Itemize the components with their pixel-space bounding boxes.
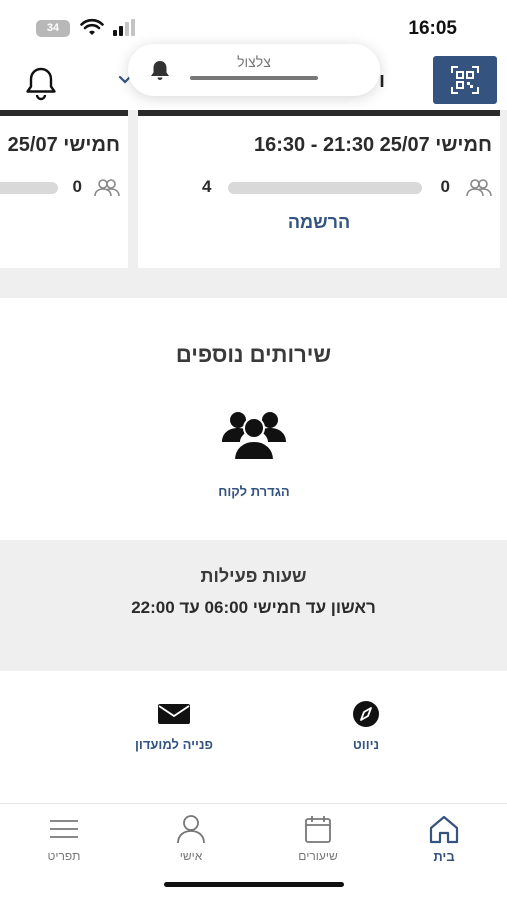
tab-menu-label: תפריט [47,849,81,863]
tab-classes-label: שיעורים [298,849,338,863]
navigation-button[interactable]: ניווט [296,699,436,763]
calendar-icon [305,816,331,843]
contact-club-label: פנייה למועדון [134,737,214,752]
home-icon [429,815,459,844]
ringer-volume-bar [190,76,318,80]
class-card[interactable]: חמישי 25/07 0 [0,110,128,268]
battery-icon: 34 [36,20,70,37]
menu-icon [50,820,78,838]
compass-icon [353,701,379,727]
group-icon [222,412,286,460]
register-button[interactable]: הרשמה [138,212,500,233]
cellular-signal-icon [113,19,135,36]
opening-hours-title: שעות פעילות [200,566,307,586]
tab-home[interactable]: בית [404,814,484,870]
envelope-icon [158,704,190,724]
ringer-notification: צלצול [128,44,380,96]
wifi-icon [80,18,104,35]
class-card-title: חמישי 25/07 21:30 - 16:30 [254,134,492,156]
client-setup-label: הגדרת לקוח [218,484,290,499]
status-time: 16:05 [408,18,457,39]
contact-club-button[interactable]: פנייה למועדון [104,699,244,763]
capacity-count: 4 [202,177,212,196]
capacity-progress-bar [0,182,58,194]
people-icon [466,179,492,197]
header: ו צלצול [0,44,507,110]
classes-carousel[interactable]: חמישי 25/07 0 חמישי 25/07 21:30 - 16:30 … [0,110,507,298]
tab-menu[interactable]: תפריט [24,814,104,870]
qr-scan-button[interactable] [433,56,497,104]
home-indicator[interactable] [164,882,344,887]
tab-personal-label: אישי [179,849,203,863]
class-card-capacity: 0 4 [138,176,500,202]
people-icon [94,179,120,197]
additional-services-section: שירותים נוספים הגדרת לקוח [0,298,507,538]
user-icon [177,815,205,844]
tab-classes[interactable]: שיעורים [278,814,358,870]
card-divider [0,110,128,116]
bell-icon[interactable] [22,64,60,102]
card-divider [138,110,500,116]
battery-level: 34 [46,22,60,34]
registered-count: 0 [440,177,450,196]
qr-scan-icon [451,66,479,94]
class-card[interactable]: חמישי 25/07 21:30 - 16:30 0 4 הרשמה [138,110,500,268]
opening-hours-section: שעות פעילות ראשון עד חמישי 06:00 עד 22:0… [0,540,507,671]
class-card-capacity: 0 [0,176,128,202]
tab-personal[interactable]: אישי [151,814,231,870]
capacity-progress-bar [228,182,422,194]
navigation-label: ניווט [352,737,380,752]
header-title: ו [378,70,385,92]
ringer-label: צלצול [237,54,271,70]
tab-home-label: בית [433,849,455,864]
class-card-title: חמישי 25/07 [7,134,120,156]
opening-hours-text: ראשון עד חמישי 06:00 עד 22:00 [131,598,376,617]
section-title: שירותים נוספים [175,342,332,367]
client-setup-button[interactable]: הגדרת לקוח [204,408,304,518]
quick-actions: ניווט פנייה למועדון [0,671,507,803]
registered-count: 0 [72,177,82,196]
